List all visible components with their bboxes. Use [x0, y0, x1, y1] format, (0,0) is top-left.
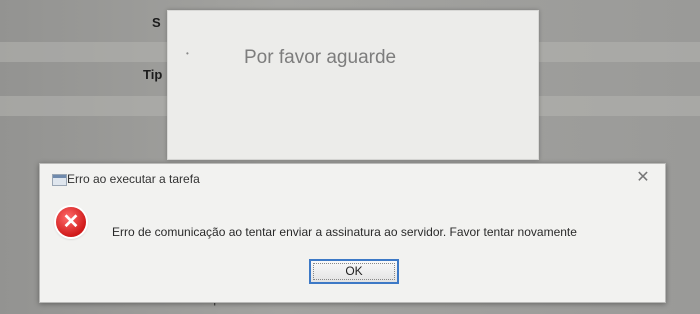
dialog-title: Erro ao executar a tarefa	[67, 172, 200, 186]
dialog-titlebar[interactable]: Erro ao executar a tarefa ✕	[40, 164, 665, 194]
background-field-label: S	[152, 15, 161, 30]
error-message: Erro de comunicação ao tentar enviar a a…	[112, 225, 577, 239]
loading-message: Por favor aguarde	[244, 47, 397, 68]
spinner-icon: •	[186, 49, 189, 58]
loading-popup: • Por favor aguarde	[167, 10, 539, 160]
background-field-label: Tip	[143, 67, 163, 82]
error-icon: ✕	[56, 207, 86, 237]
ok-button[interactable]: OK	[309, 259, 399, 284]
window-icon	[52, 174, 67, 186]
error-dialog: Erro ao executar a tarefa ✕ ✕ Erro de co…	[39, 163, 666, 303]
close-button[interactable]: ✕	[635, 170, 651, 186]
